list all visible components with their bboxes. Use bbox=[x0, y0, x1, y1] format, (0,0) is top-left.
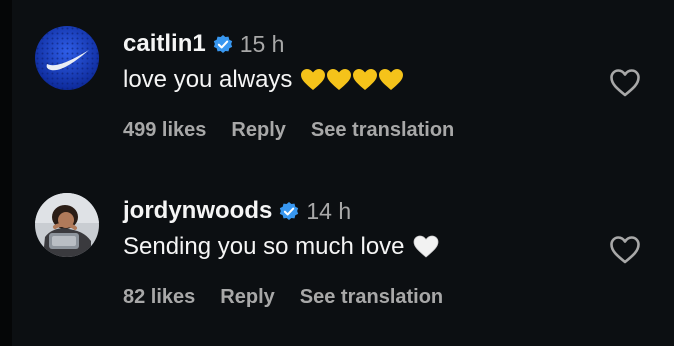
white-heart-emoji bbox=[413, 235, 439, 259]
nike-avatar-icon bbox=[35, 26, 99, 90]
yellow-heart-icon bbox=[301, 69, 326, 90]
see-translation-button[interactable]: See translation bbox=[300, 286, 443, 309]
yellow-hearts-emoji bbox=[300, 68, 404, 92]
comment-header: caitlin1 15 h bbox=[123, 29, 284, 59]
reply-button[interactable]: Reply bbox=[220, 286, 274, 309]
profile-photo-icon bbox=[35, 193, 99, 257]
verified-badge-icon bbox=[213, 35, 232, 53]
likes-count[interactable]: 499 likes bbox=[123, 119, 206, 142]
verified-badge-icon bbox=[280, 202, 299, 220]
comment-text: Sending you so much love bbox=[123, 233, 439, 261]
timestamp[interactable]: 15 h bbox=[240, 31, 285, 58]
reply-button[interactable]: Reply bbox=[231, 119, 285, 142]
likes-count[interactable]: 82 likes bbox=[123, 286, 195, 309]
timestamp[interactable]: 14 h bbox=[306, 198, 351, 225]
yellow-heart-icon bbox=[353, 69, 378, 90]
heart-icon[interactable] bbox=[609, 235, 641, 265]
username[interactable]: caitlin1 bbox=[123, 30, 206, 58]
comment-header: jordynwoods 14 h bbox=[123, 196, 351, 226]
heart-icon[interactable] bbox=[609, 68, 641, 98]
left-edge-divider bbox=[0, 0, 12, 346]
comment-actions: 499 likes Reply See translation bbox=[123, 119, 454, 142]
avatar[interactable] bbox=[35, 193, 99, 257]
yellow-heart-icon bbox=[379, 69, 404, 90]
see-translation-button[interactable]: See translation bbox=[311, 119, 454, 142]
username[interactable]: jordynwoods bbox=[123, 197, 272, 225]
comment-body: love you always bbox=[123, 66, 293, 93]
white-heart-icon bbox=[413, 235, 438, 258]
yellow-heart-icon bbox=[327, 69, 352, 90]
comment-actions: 82 likes Reply See translation bbox=[123, 286, 443, 309]
comment-item: jordynwoods 14 h Sending you so much lov… bbox=[35, 193, 660, 323]
comment-item: caitlin1 15 h love you always 499 likes … bbox=[35, 26, 660, 156]
comment-text: love you always bbox=[123, 66, 404, 94]
avatar[interactable] bbox=[35, 26, 99, 90]
comment-body: Sending you so much love bbox=[123, 233, 405, 260]
